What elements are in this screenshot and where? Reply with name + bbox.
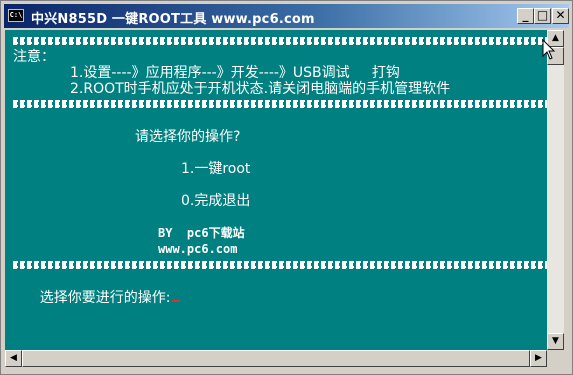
input-prompt: 选择你要进行的操作: [13, 274, 181, 322]
console-app-icon[interactable]: C:\ [8, 9, 24, 22]
text-cursor [172, 300, 181, 302]
console-window: C:\ 中兴N855D 一键ROOT工具 www.pc6.com _ □ ✕ 注… [0, 0, 573, 375]
notice-step-1: 1.设置----》应用程序---》开发----》USB调试 打钩 [70, 65, 400, 81]
scroll-down-button[interactable]: ▼ [547, 333, 564, 350]
horizontal-scrollbar[interactable]: ◀ ▶ [5, 350, 547, 367]
input-prompt-label: 选择你要进行的操作: [39, 290, 171, 306]
horizontal-scroll-thumb[interactable] [22, 350, 530, 367]
vertical-scrollbar[interactable]: ▲ ▼ [547, 30, 564, 350]
close-button[interactable]: ✕ [552, 8, 569, 24]
maximize-button[interactable]: □ [534, 8, 551, 24]
menu-option-one-key-root: 1.一键root [181, 161, 251, 177]
scroll-right-button[interactable]: ▶ [530, 350, 547, 367]
minimize-button[interactable]: _ [517, 8, 534, 24]
notice-step-2: 2.ROOT时手机应处于开机状态.请关闭电脑端的手机管理软件 [70, 81, 451, 97]
notice-label: 注意： [13, 49, 55, 65]
scroll-left-button[interactable]: ◀ [5, 350, 22, 367]
menu-prompt-title: 请选择你的操作? [135, 129, 241, 145]
title-bar[interactable]: C:\ 中兴N855D 一键ROOT工具 www.pc6.com _ □ ✕ [4, 4, 569, 28]
separator-line-middle [13, 100, 547, 108]
credit-url: www.pc6.com [158, 242, 238, 256]
size-grip[interactable] [547, 350, 564, 367]
console-output[interactable]: 注意： 1.设置----》应用程序---》开发----》USB调试 打钩 2.R… [5, 30, 547, 350]
window-title: 中兴N855D 一键ROOT工具 www.pc6.com [31, 12, 315, 27]
credit-by: BY pc6下载站 [158, 226, 245, 240]
separator-line-top [13, 37, 547, 45]
separator-line-bottom [13, 261, 547, 269]
menu-option-exit: 0.完成退出 [181, 193, 251, 209]
mouse-pointer-icon [542, 39, 556, 60]
